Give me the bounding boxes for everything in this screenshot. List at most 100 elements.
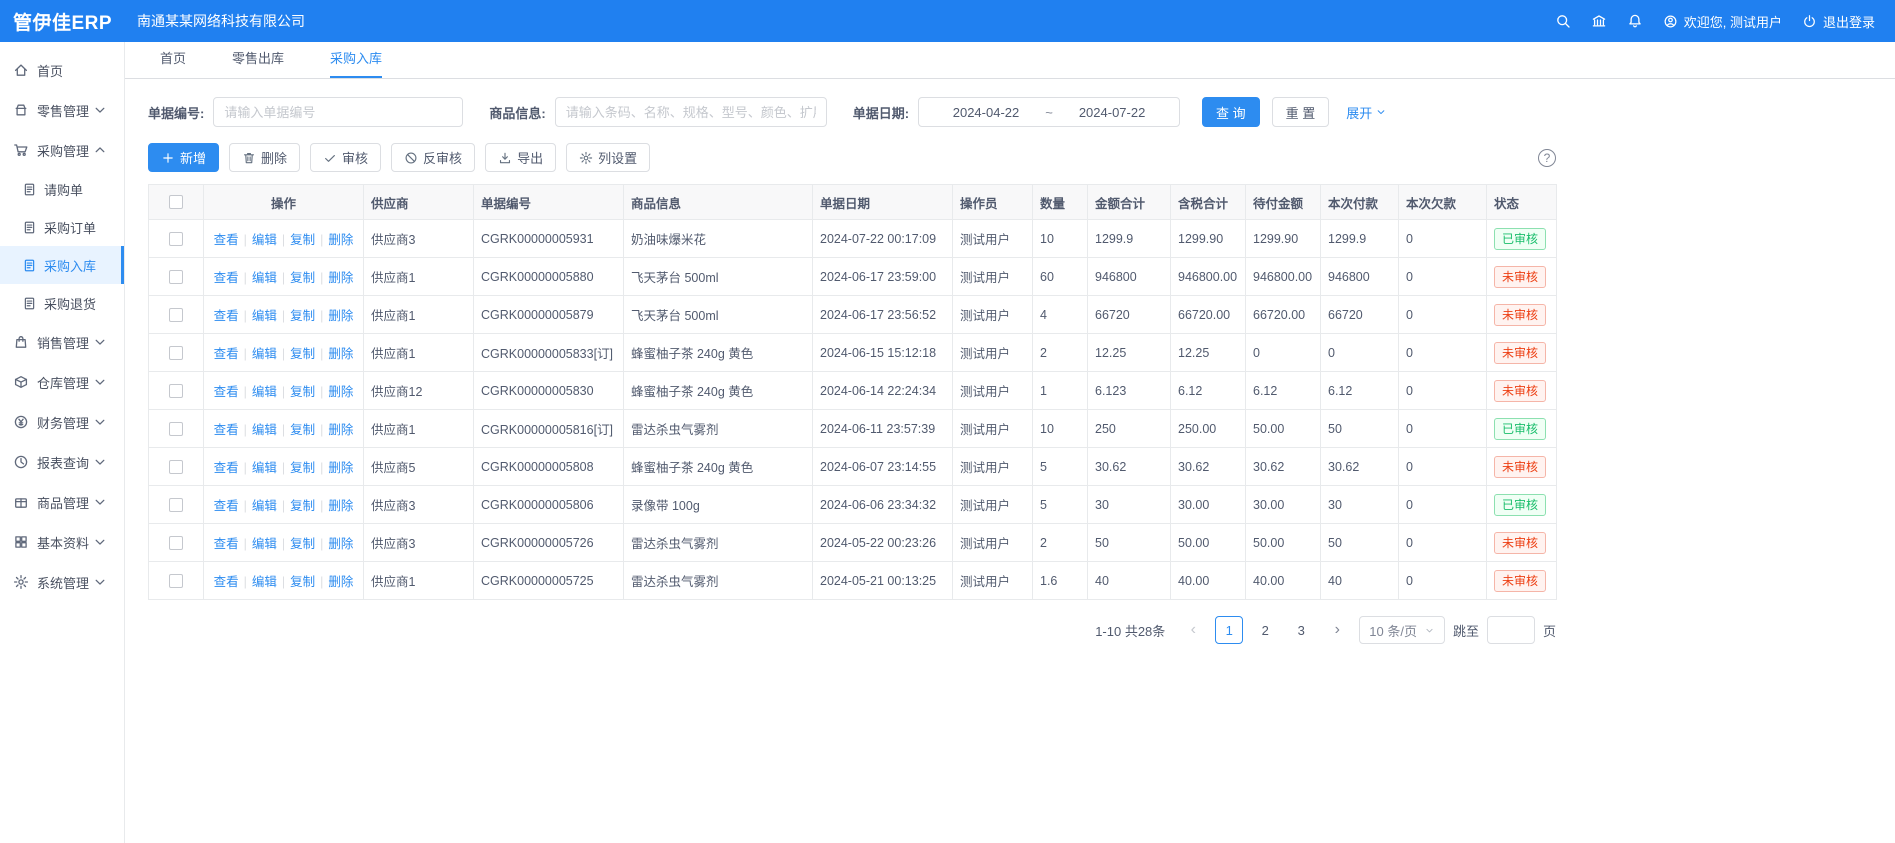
row-action-edit[interactable]: 编辑 (252, 423, 277, 437)
sidebar-item-purchase-order[interactable]: 采购订单 (0, 208, 124, 246)
row-action-edit[interactable]: 编辑 (252, 461, 277, 475)
welcome-user[interactable]: 欢迎您, 测试用户 (1663, 12, 1782, 31)
bell-icon[interactable] (1627, 13, 1643, 29)
column-settings-button[interactable]: 列设置 (566, 143, 650, 172)
action-separator: | (320, 347, 323, 361)
jump-page-input[interactable] (1487, 616, 1535, 644)
sidebar-item-home[interactable]: 首页 (0, 50, 124, 90)
row-action-delete[interactable]: 删除 (328, 461, 353, 475)
row-checkbox[interactable] (169, 270, 183, 284)
tab-home[interactable]: 首页 (160, 42, 186, 78)
sidebar-item-retail[interactable]: 零售管理 (0, 90, 124, 130)
row-action-copy[interactable]: 复制 (290, 537, 315, 551)
row-action-delete[interactable]: 删除 (328, 385, 353, 399)
row-action-copy[interactable]: 复制 (290, 233, 315, 247)
unaudit-button[interactable]: 反审核 (391, 143, 475, 172)
page-button-1[interactable]: 1 (1215, 616, 1243, 644)
row-action-edit[interactable]: 编辑 (252, 385, 277, 399)
reset-button[interactable]: 重 置 (1272, 97, 1330, 127)
row-action-view[interactable]: 查看 (214, 461, 239, 475)
row-action-delete[interactable]: 删除 (328, 575, 353, 589)
tab-purchase-inbound[interactable]: 采购入库 (330, 42, 382, 78)
row-checkbox[interactable] (169, 536, 183, 550)
sidebar-item-report[interactable]: 报表查询 (0, 442, 124, 482)
page-button-3[interactable]: 3 (1287, 616, 1315, 644)
row-action-view[interactable]: 查看 (214, 423, 239, 437)
sidebar-item-warehouse[interactable]: 仓库管理 (0, 362, 124, 402)
next-page-button[interactable]: › (1323, 616, 1351, 644)
gear-icon (13, 574, 29, 590)
doc-no-input[interactable] (213, 97, 463, 127)
row-action-copy[interactable]: 复制 (290, 385, 315, 399)
row-action-view[interactable]: 查看 (214, 233, 239, 247)
row-action-delete[interactable]: 删除 (328, 271, 353, 285)
row-action-copy[interactable]: 复制 (290, 309, 315, 323)
row-action-delete[interactable]: 删除 (328, 347, 353, 361)
audit-button[interactable]: 审核 (310, 143, 381, 172)
row-action-copy[interactable]: 复制 (290, 347, 315, 361)
search-button[interactable]: 查 询 (1202, 97, 1260, 127)
row-checkbox[interactable] (169, 574, 183, 588)
product-input[interactable] (555, 97, 827, 127)
row-checkbox[interactable] (169, 498, 183, 512)
row-action-copy[interactable]: 复制 (290, 271, 315, 285)
row-action-delete[interactable]: 删除 (328, 537, 353, 551)
row-action-delete[interactable]: 删除 (328, 499, 353, 513)
sidebar-item-sales[interactable]: 销售管理 (0, 322, 124, 362)
row-action-delete[interactable]: 删除 (328, 423, 353, 437)
sidebar-item-purchase[interactable]: 采购管理 (0, 130, 124, 170)
sidebar-item-basedata[interactable]: 基本资料 (0, 522, 124, 562)
add-button[interactable]: 新增 (148, 143, 219, 172)
sidebar-item-finance[interactable]: 财务管理 (0, 402, 124, 442)
page-button-2[interactable]: 2 (1251, 616, 1279, 644)
row-action-copy[interactable]: 复制 (290, 461, 315, 475)
delete-button[interactable]: 删除 (229, 143, 300, 172)
row-action-view[interactable]: 查看 (214, 347, 239, 361)
sidebar-item-purchase-return[interactable]: 采购退货 (0, 284, 124, 322)
prev-page-button[interactable]: ‹ (1179, 616, 1207, 644)
row-action-view[interactable]: 查看 (214, 575, 239, 589)
expand-toggle[interactable]: 展开 (1346, 103, 1387, 122)
sidebar-item-goods[interactable]: 商品管理 (0, 482, 124, 522)
sidebar-item-purchase-request[interactable]: 请购单 (0, 170, 124, 208)
cell-owed: 0 (1399, 258, 1487, 296)
row-action-edit[interactable]: 编辑 (252, 537, 277, 551)
row-action-copy[interactable]: 复制 (290, 499, 315, 513)
row-action-edit[interactable]: 编辑 (252, 347, 277, 361)
row-checkbox[interactable] (169, 308, 183, 322)
row-action-edit[interactable]: 编辑 (252, 499, 277, 513)
row-action-delete[interactable]: 删除 (328, 309, 353, 323)
row-checkbox[interactable] (169, 460, 183, 474)
date-to-value[interactable]: 2024-07-22 (1079, 105, 1146, 120)
row-action-edit[interactable]: 编辑 (252, 575, 277, 589)
row-checkbox[interactable] (169, 384, 183, 398)
logout-button[interactable]: 退出登录 (1802, 12, 1875, 31)
row-action-copy[interactable]: 复制 (290, 575, 315, 589)
date-range-picker[interactable]: 2024-04-22 ~ 2024-07-22 (918, 97, 1180, 127)
page-size-select[interactable]: 10 条/页 (1359, 616, 1445, 644)
row-action-view[interactable]: 查看 (214, 385, 239, 399)
help-icon[interactable]: ? (1538, 149, 1556, 167)
export-button[interactable]: 导出 (485, 143, 556, 172)
bank-icon[interactable] (1591, 13, 1607, 29)
row-action-view[interactable]: 查看 (214, 271, 239, 285)
row-action-view[interactable]: 查看 (214, 499, 239, 513)
select-all-checkbox[interactable] (169, 195, 183, 209)
search-icon[interactable] (1555, 13, 1571, 29)
row-action-copy[interactable]: 复制 (290, 423, 315, 437)
tab-retail-outbound[interactable]: 零售出库 (232, 42, 284, 78)
row-action-edit[interactable]: 编辑 (252, 309, 277, 323)
row-checkbox[interactable] (169, 346, 183, 360)
cell-operator: 测试用户 (953, 220, 1033, 258)
row-action-edit[interactable]: 编辑 (252, 271, 277, 285)
row-action-view[interactable]: 查看 (214, 309, 239, 323)
sidebar-item-system[interactable]: 系统管理 (0, 562, 124, 602)
row-checkbox[interactable] (169, 422, 183, 436)
row-checkbox[interactable] (169, 232, 183, 246)
cell-payable: 66720.00 (1246, 296, 1321, 334)
row-action-view[interactable]: 查看 (214, 537, 239, 551)
date-from-value[interactable]: 2024-04-22 (953, 105, 1020, 120)
row-action-delete[interactable]: 删除 (328, 233, 353, 247)
row-action-edit[interactable]: 编辑 (252, 233, 277, 247)
sidebar-item-purchase-inbound[interactable]: 采购入库 (0, 246, 124, 284)
